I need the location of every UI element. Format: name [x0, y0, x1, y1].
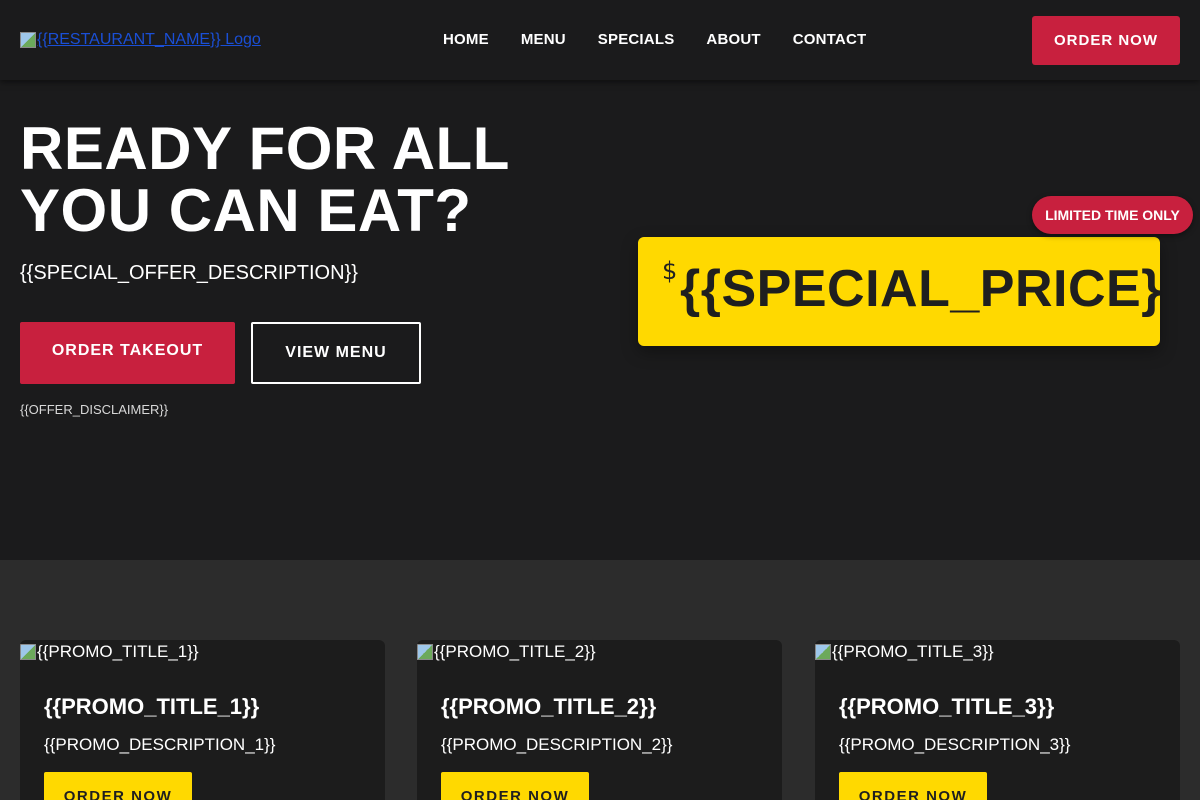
promo-image-alt: {{PROMO_TITLE_1}} [37, 642, 199, 661]
hero-title: READY FOR ALL YOU CAN EAT? [20, 115, 509, 244]
promo-card-1: {{PROMO_TITLE_1}} {{PROMO_TITLE_1}} {{PR… [20, 640, 385, 800]
view-menu-button[interactable]: VIEW MENU [251, 322, 421, 384]
special-price-box: $ {{SPECIAL_PRICE}} [638, 237, 1160, 346]
main-nav: HOME MENU SPECIALS ABOUT CONTACT [443, 31, 866, 48]
promo-card-2: {{PROMO_TITLE_2}} {{PROMO_TITLE_2}} {{PR… [417, 640, 782, 800]
promo-order-now-button[interactable]: ORDER NOW [839, 772, 987, 800]
site-header: {{RESTAURANT_NAME}} Logo HOME MENU SPECI… [0, 0, 1200, 80]
restaurant-logo-link[interactable]: {{RESTAURANT_NAME}} Logo [20, 28, 261, 52]
promo-description: {{PROMO_DESCRIPTION_1}} [44, 735, 276, 754]
promo-description: {{PROMO_DESCRIPTION_3}} [839, 735, 1071, 754]
limited-time-badge: LIMITED TIME ONLY [1032, 196, 1193, 234]
promo-order-now-button[interactable]: ORDER NOW [441, 772, 589, 800]
broken-image-icon [20, 32, 36, 48]
logo-alt-text: {{RESTAURANT_NAME}} Logo [37, 31, 261, 48]
promo-image-2: {{PROMO_TITLE_2}} [417, 640, 596, 664]
order-takeout-button[interactable]: ORDER TAKEOUT [20, 322, 235, 384]
promo-order-now-button[interactable]: ORDER NOW [44, 772, 192, 800]
promo-image-alt: {{PROMO_TITLE_2}} [434, 642, 596, 661]
broken-image-icon [417, 644, 433, 660]
nav-contact[interactable]: CONTACT [793, 31, 867, 48]
promo-image-1: {{PROMO_TITLE_1}} [20, 640, 199, 664]
nav-specials[interactable]: SPECIALS [598, 31, 675, 48]
nav-home[interactable]: HOME [443, 31, 489, 48]
promo-description: {{PROMO_DESCRIPTION_2}} [441, 735, 673, 754]
offer-disclaimer: {{OFFER_DISCLAIMER}} [20, 402, 169, 417]
nav-menu[interactable]: MENU [521, 31, 566, 48]
promos-section: {{PROMO_TITLE_1}} {{PROMO_TITLE_1}} {{PR… [0, 560, 1200, 800]
special-offer-description: {{SPECIAL_OFFER_DESCRIPTION}} [20, 262, 358, 284]
price-currency-symbol: $ [662, 257, 678, 285]
broken-image-icon [20, 644, 36, 660]
broken-image-icon [815, 644, 831, 660]
promo-title: {{PROMO_TITLE_1}} [44, 694, 260, 719]
promo-image-3: {{PROMO_TITLE_3}} [815, 640, 994, 664]
nav-about[interactable]: ABOUT [706, 31, 760, 48]
header-order-now-button[interactable]: ORDER NOW [1032, 16, 1180, 65]
hero-section: READY FOR ALL YOU CAN EAT? {{SPECIAL_OFF… [0, 80, 1200, 560]
promo-image-alt: {{PROMO_TITLE_3}} [832, 642, 994, 661]
promo-card-3: {{PROMO_TITLE_3}} {{PROMO_TITLE_3}} {{PR… [815, 640, 1180, 800]
special-price-value: {{SPECIAL_PRICE}} [680, 260, 1160, 318]
promo-title: {{PROMO_TITLE_3}} [839, 694, 1055, 719]
promo-title: {{PROMO_TITLE_2}} [441, 694, 657, 719]
